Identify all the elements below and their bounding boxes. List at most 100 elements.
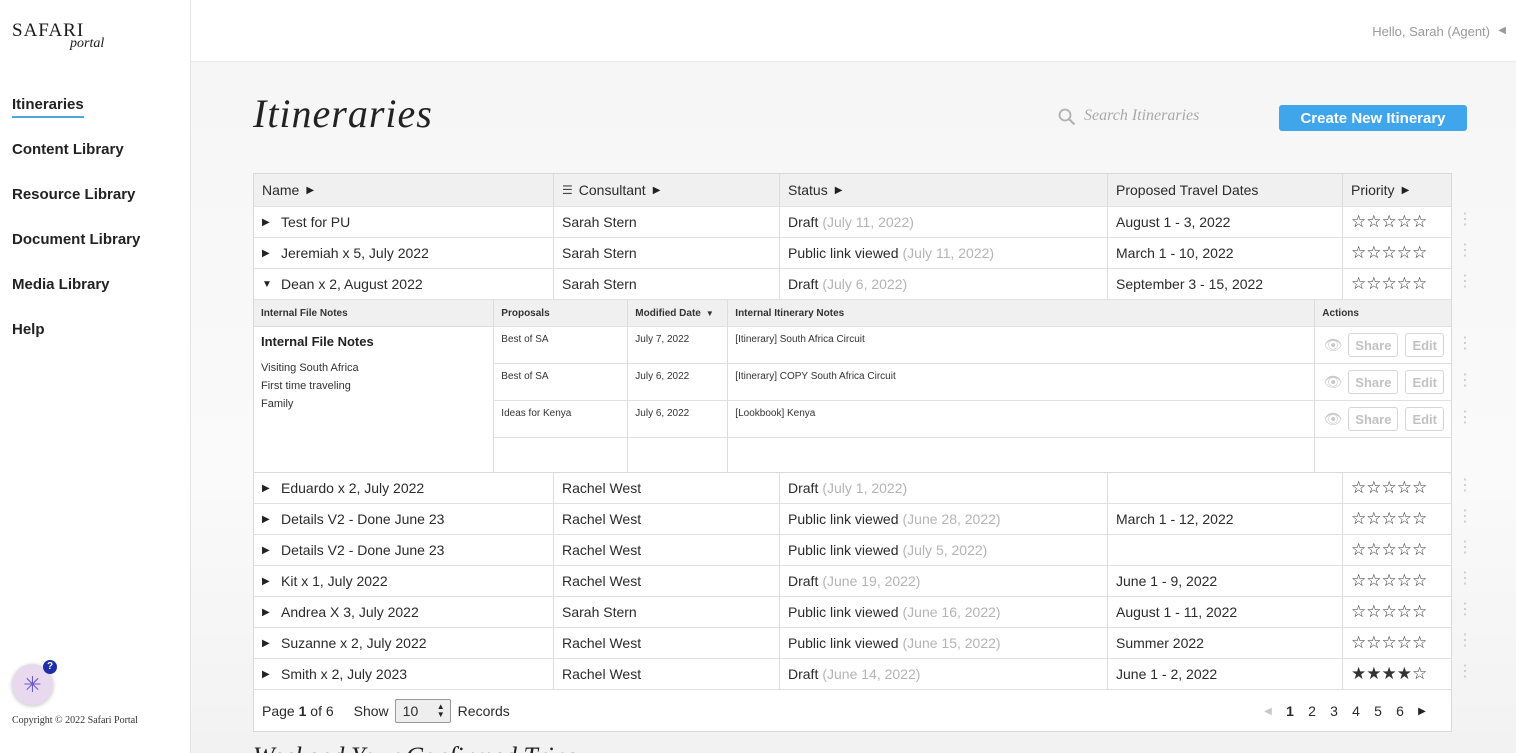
share-button[interactable]: Share [1348,333,1399,357]
expand-caret-icon[interactable]: ▶ [262,514,270,525]
sidebar-item-document-library[interactable]: Document Library [12,231,140,251]
header-consultant[interactable]: ☰ Consultant ▶ [554,174,780,206]
edit-button[interactable]: Edit [1405,333,1444,357]
more-options-icon[interactable]: ⋮ [1457,212,1473,228]
more-options-icon[interactable]: ⋮ [1457,571,1473,587]
next-section-title: Weekend Your Confirmed Trips [253,742,577,753]
note-line: First time traveling [261,380,351,392]
edit-button[interactable]: Edit [1405,370,1444,394]
table-row[interactable]: ▶ Smith x 2, July 2023 Rachel West Draft(… [254,659,1473,690]
next-page-icon[interactable]: ▶ [1411,706,1433,717]
priority-stars[interactable]: ☆☆☆☆☆ [1351,540,1427,560]
header-status[interactable]: Status ▶ [780,174,1108,206]
table-row[interactable]: ▶ Andrea X 3, July 2022 Sarah Stern Publi… [254,597,1473,628]
expand-caret-icon[interactable]: ▶ [262,576,270,587]
header-name[interactable]: Name ▶ [254,174,554,206]
page-link-1[interactable]: 1 [1279,703,1301,719]
proposal-row[interactable]: Best of SA July 7, 2022 [Itinerary] Sout… [494,327,1451,364]
table-row[interactable]: ▶ Suzanne x 2, July 2022 Rachel West Publ… [254,628,1473,659]
prev-page-icon[interactable]: ◀ [1257,706,1279,717]
more-options-icon[interactable]: ⋮ [1457,664,1473,680]
header-modified-date[interactable]: Modified Date ▼ [628,300,729,326]
more-options-icon[interactable]: ⋮ [1457,509,1473,525]
proposals-table: Proposals Modified Date ▼ Internal Itiner… [494,300,1451,472]
table-header: Name ▶ ☰ Consultant ▶ Status ▶ Proposed Trav… [254,174,1451,207]
share-button[interactable]: Share [1348,407,1399,431]
table-row[interactable]: ▶ Details V2 - Done June 23 Rachel West P… [254,535,1473,566]
more-options-icon[interactable]: ⋮ [1457,478,1473,494]
more-options-icon[interactable]: ⋮ [1457,274,1473,290]
page-link-6[interactable]: 6 [1389,703,1411,719]
priority-stars[interactable]: ☆☆☆☆☆ [1351,243,1427,263]
sidebar-item-help[interactable]: Help [12,321,45,341]
page-label: Page [262,702,295,719]
expand-caret-icon[interactable]: ▶ [262,217,270,228]
logo[interactable]: SAFARI portal [12,21,104,51]
more-options-icon[interactable]: ⋮ [1457,243,1473,259]
sidebar-item-content-library[interactable]: Content Library [12,141,124,161]
note-line: Visiting South Africa [261,362,359,374]
share-button[interactable]: Share [1348,370,1399,394]
logo-sub: portal [70,36,105,51]
proposal-row[interactable]: Ideas for Kenya July 6, 2022 [Lookbook] … [494,401,1451,438]
expand-caret-icon[interactable]: ▶ [262,669,270,680]
priority-stars[interactable]: ☆☆☆☆☆ [1351,602,1427,622]
help-badge-icon: ? [43,660,57,674]
table-row[interactable]: ▶ Eduardo x 2, July 2022 Rachel West Draf… [254,473,1473,504]
user-greeting[interactable]: Hello, Sarah (Agent) [1372,24,1490,39]
expand-caret-icon[interactable]: ▶ [262,607,270,618]
filter-icon[interactable]: ☰ [562,183,573,197]
edit-button[interactable]: Edit [1405,407,1444,431]
table-row[interactable]: ▼ Dean x 2, August 2022 Sarah Stern Draft… [254,269,1473,300]
eye-icon[interactable]: 👁 [1322,373,1344,391]
proposal-row[interactable]: Best of SA July 6, 2022 [Itinerary] COPY… [494,364,1451,401]
page-link-2[interactable]: 2 [1301,703,1323,719]
priority-stars[interactable]: ☆☆☆☆☆ [1351,274,1427,294]
proposal-row-empty [494,438,1451,472]
page-link-5[interactable]: 5 [1367,703,1389,719]
table-row[interactable]: ▶ Details V2 - Done June 23 Rachel West P… [254,504,1473,535]
priority-stars[interactable]: ☆☆☆☆☆ [1351,571,1427,591]
more-options-icon[interactable]: ⋮ [1457,336,1473,352]
priority-stars[interactable]: ☆☆☆☆☆ [1351,478,1427,498]
notes-title: Internal File Notes [261,334,374,349]
eye-icon[interactable]: 👁 [1322,336,1344,354]
table-row[interactable]: ▶ Test for PU Sarah Stern Draft (July 11, … [254,207,1473,238]
main-content: Itineraries Create New Itinerary Name▶ ☰… [191,62,1516,753]
more-options-icon[interactable]: ⋮ [1457,373,1473,389]
priority-stars[interactable]: ☆☆☆☆☆ [1351,212,1427,232]
search-input[interactable] [1084,104,1264,128]
more-options-icon[interactable]: ⋮ [1457,540,1473,556]
expand-caret-icon[interactable]: ▶ [262,638,270,649]
sparkle-icon: ✳ [23,671,42,697]
show-label: Show [353,702,389,719]
itinerary-detail: Internal File Notes Internal File Notes … [254,300,1473,473]
expand-caret-icon[interactable]: ▶ [262,248,270,259]
collapse-caret-icon[interactable]: ▼ [262,279,272,290]
more-options-icon[interactable]: ⋮ [1457,633,1473,649]
expand-caret-icon[interactable]: ▶ [262,545,270,556]
priority-stars[interactable]: ☆☆☆☆☆ [1351,509,1427,529]
page-link-3[interactable]: 3 [1323,703,1345,719]
sidebar-item-itineraries[interactable]: Itineraries [12,96,84,118]
page-title: Itineraries [253,91,433,136]
table-row[interactable]: ▶ Jeremiah x 5, July 2022 Sarah Stern Pub… [254,238,1473,269]
create-itinerary-button[interactable]: Create New Itinerary [1279,105,1467,131]
caret-left-icon[interactable]: ◀ [1498,25,1506,36]
records-per-page-select[interactable]: 10 ▲ ▼ [394,698,451,723]
page-total: of 6 [310,702,334,719]
topbar: Hello, Sarah (Agent) ◀ [191,0,1516,62]
priority-stars[interactable]: ★★★★☆ [1351,664,1427,684]
more-options-icon[interactable]: ⋮ [1457,410,1473,426]
header-dates: Proposed Travel Dates [1108,174,1343,206]
eye-icon[interactable]: 👁 [1322,410,1344,428]
more-options-icon[interactable]: ⋮ [1457,602,1473,618]
priority-stars[interactable]: ☆☆☆☆☆ [1351,633,1427,653]
sidebar-item-resource-library[interactable]: Resource Library [12,186,135,206]
sort-icon: ▶ [652,184,661,196]
expand-caret-icon[interactable]: ▶ [262,483,270,494]
page-link-4[interactable]: 4 [1345,703,1367,719]
table-row[interactable]: ▶ Kit x 1, July 2022 Rachel West Draft (Ju… [254,566,1473,597]
sidebar-item-media-library[interactable]: Media Library [12,276,110,296]
header-priority[interactable]: Priority ▶ [1343,174,1451,206]
